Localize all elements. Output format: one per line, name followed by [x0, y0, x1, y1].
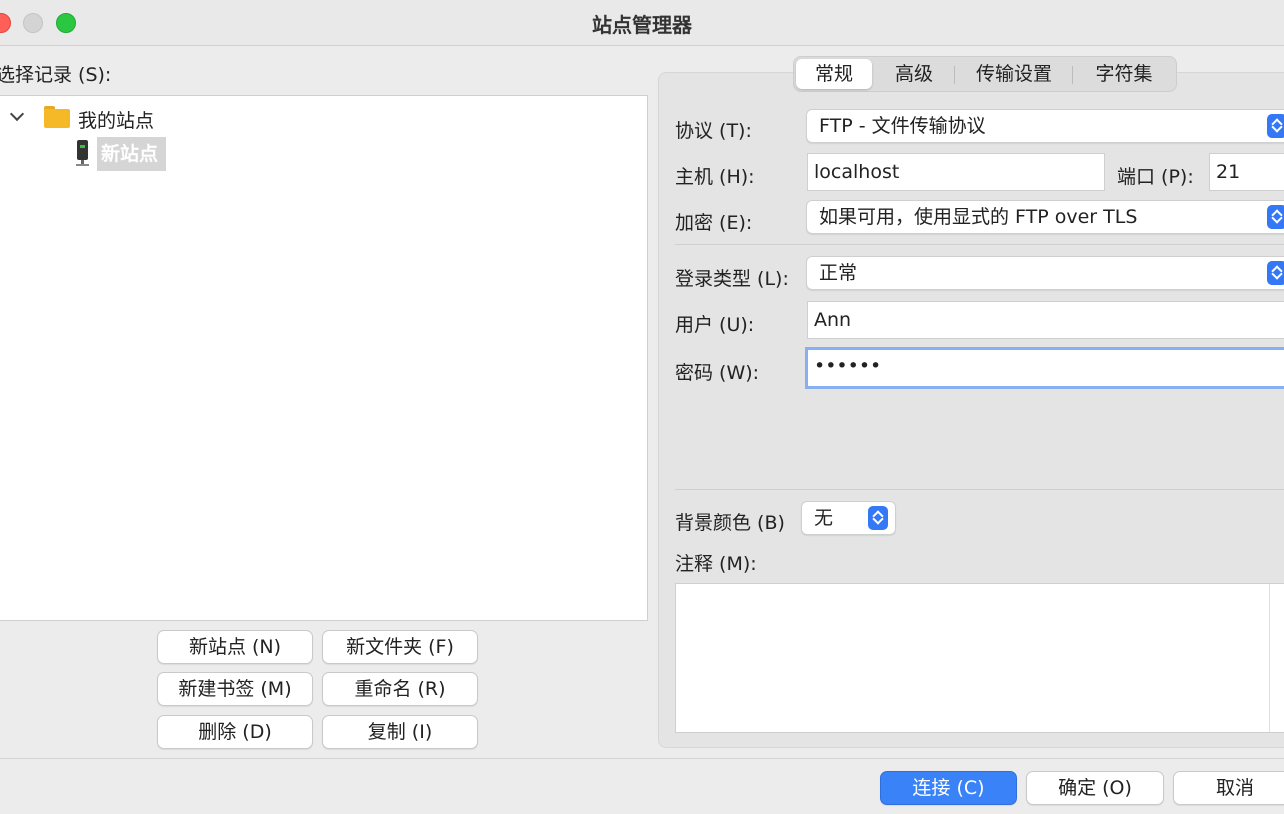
bg-color-label: 背景颜色 (B) — [675, 512, 785, 534]
port-input[interactable]: 21 — [1209, 153, 1284, 191]
logon-type-label: 登录类型 (L): — [675, 268, 789, 290]
divider — [675, 244, 1284, 245]
bg-color-value: 无 — [814, 507, 834, 529]
tab-transfer-settings[interactable]: 传输设置 — [956, 59, 1072, 89]
server-icon — [76, 140, 89, 166]
comments-label: 注释 (M): — [675, 553, 757, 575]
title-bar: 站点管理器 — [0, 0, 1284, 46]
connect-button[interactable]: 连接 (C) — [880, 771, 1017, 805]
rename-button[interactable]: 重命名 (R) — [322, 672, 478, 706]
password-input[interactable]: •••••• — [805, 347, 1284, 389]
port-label: 端口 (P): — [1117, 166, 1194, 188]
encryption-select[interactable]: 如果可用，使用显式的 FTP over TLS — [806, 200, 1284, 234]
tab-separator — [1072, 66, 1073, 84]
tree-item-new-site[interactable]: 新站点 — [97, 137, 166, 171]
encryption-stepper-icon[interactable] — [1267, 205, 1284, 229]
encryption-value: 如果可用，使用显式的 FTP over TLS — [819, 206, 1138, 228]
ok-button[interactable]: 确定 (O) — [1026, 771, 1164, 805]
protocol-stepper-icon[interactable] — [1267, 114, 1284, 138]
copy-button[interactable]: 复制 (I) — [322, 715, 478, 749]
user-input[interactable]: Ann — [807, 301, 1284, 339]
protocol-value: FTP - 文件传输协议 — [819, 115, 986, 137]
footer-divider — [0, 758, 1284, 759]
protocol-select[interactable]: FTP - 文件传输协议 — [806, 109, 1284, 143]
protocol-label: 协议 (T): — [675, 120, 752, 142]
divider — [675, 489, 1284, 490]
site-tree[interactable] — [0, 95, 648, 621]
tab-charset[interactable]: 字符集 — [1074, 59, 1174, 89]
host-input[interactable]: localhost — [807, 153, 1105, 191]
bg-color-stepper-icon[interactable] — [868, 506, 888, 530]
tab-bar: 常规 高级 传输设置 字符集 — [793, 56, 1177, 92]
logon-type-stepper-icon[interactable] — [1267, 261, 1284, 285]
tab-general[interactable]: 常规 — [796, 59, 872, 89]
select-entry-label: 选择记录 (S): — [0, 64, 112, 86]
new-site-button[interactable]: 新站点 (N) — [157, 630, 313, 664]
user-label: 用户 (U): — [675, 314, 755, 336]
host-label: 主机 (H): — [675, 166, 755, 188]
logon-type-value: 正常 — [819, 262, 858, 284]
window-title: 站点管理器 — [592, 13, 692, 37]
tree-item-my-sites[interactable]: 我的站点 — [78, 106, 154, 133]
encryption-label: 加密 (E): — [675, 212, 753, 234]
logon-type-select[interactable]: 正常 — [806, 256, 1284, 290]
textarea-scrollbar[interactable] — [1269, 584, 1270, 732]
password-label: 密码 (W): — [675, 362, 760, 384]
delete-button[interactable]: 删除 (D) — [157, 715, 313, 749]
folder-icon — [44, 106, 70, 128]
new-folder-button[interactable]: 新文件夹 (F) — [322, 630, 478, 664]
tab-separator — [954, 66, 955, 84]
tab-advanced[interactable]: 高级 — [874, 59, 954, 89]
cancel-button[interactable]: 取消 — [1173, 771, 1284, 805]
new-bookmark-button[interactable]: 新建书签 (M) — [157, 672, 313, 706]
comments-textarea[interactable] — [675, 583, 1284, 733]
